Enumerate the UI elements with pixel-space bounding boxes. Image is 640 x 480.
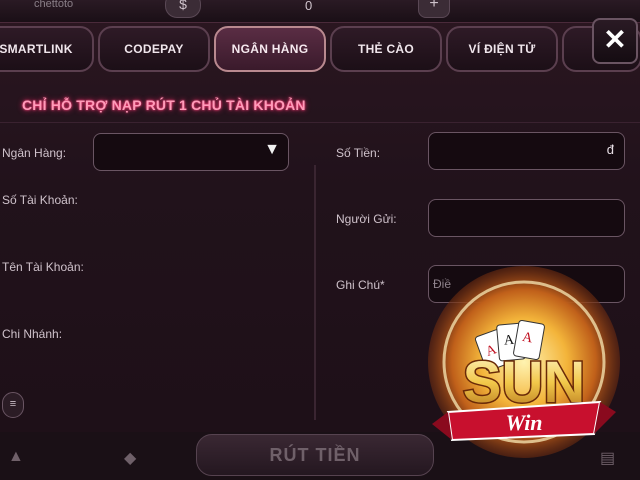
amount-input[interactable]: đ: [428, 132, 625, 170]
close-icon: ✕: [603, 24, 627, 55]
withdraw-button-label: RÚT TIỀN: [269, 445, 361, 465]
branch-label: Chi Nhánh:: [2, 327, 63, 341]
home-icon[interactable]: ▲: [8, 448, 24, 466]
close-button[interactable]: ✕: [592, 18, 638, 64]
notice-text: CHỈ HỖ TRỢ NẠP RÚT 1 CHỦ TÀI KHOẢN: [22, 97, 306, 113]
amount-label: Số Tiền:: [336, 146, 381, 160]
history-icon[interactable]: ≡: [2, 392, 24, 418]
chevron-down-icon: ▼: [264, 141, 280, 158]
username-label: chettoto: [34, 0, 74, 10]
logo-sub-text: Win: [505, 410, 542, 435]
bank-select[interactable]: ▼: [93, 133, 289, 171]
tab-vi-dien-tu[interactable]: VÍ ĐIỆN TỬ: [446, 26, 558, 72]
tab-ngan-hang[interactable]: NGÂN HÀNG: [214, 26, 326, 72]
account-name-label: Tên Tài Khoản:: [2, 260, 84, 274]
gift-icon[interactable]: ◆: [124, 448, 136, 468]
withdraw-button[interactable]: RÚT TIỀN: [196, 434, 434, 476]
sender-input[interactable]: [428, 199, 625, 237]
account-number-label: Số Tài Khoản:: [2, 193, 78, 207]
payment-method-tabs: SMARTLINK CODEPAY NGÂN HÀNG THẺ CÀO VÍ Đ…: [0, 26, 640, 74]
currency-symbol: đ: [606, 142, 614, 157]
sender-label: Người Gửi:: [336, 212, 397, 226]
top-status-bar: chettoto $ 0 +: [0, 0, 640, 22]
tab-codepay[interactable]: CODEPAY: [98, 26, 210, 72]
tab-smartlink[interactable]: SMARTLINK: [0, 26, 94, 72]
note-label: Ghi Chú*: [336, 278, 385, 292]
sunwin-logo: A A A SUN Win: [428, 266, 620, 458]
column-divider: [314, 165, 316, 420]
notice-divider: [0, 122, 640, 123]
tab-the-cao[interactable]: THẺ CÀO: [330, 26, 442, 72]
coin-icon[interactable]: $: [165, 0, 201, 18]
bank-label: Ngân Hàng:: [2, 146, 67, 160]
add-funds-button[interactable]: +: [418, 0, 450, 18]
balance-value: 0: [305, 0, 313, 13]
